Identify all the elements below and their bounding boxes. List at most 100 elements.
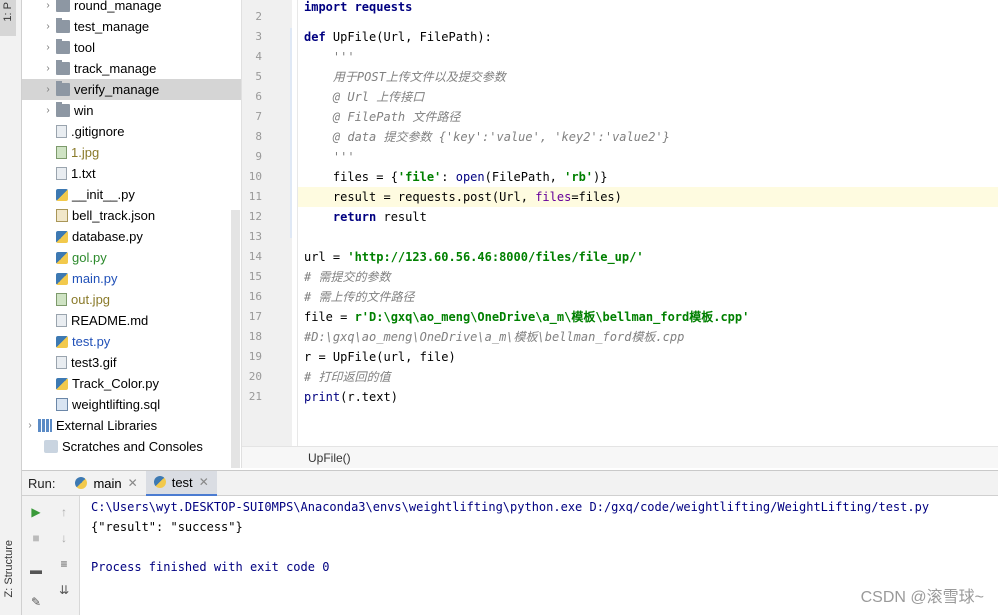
breadcrumb[interactable]: UpFile() (308, 451, 351, 465)
code-line-9: ''' (304, 150, 355, 164)
pin-icon[interactable]: ✎ (28, 594, 44, 610)
line-number: 4 (255, 50, 262, 63)
breadcrumb-bar: UpFile() (242, 446, 998, 468)
tool-window-strip: 1: P Z: Structure (0, 0, 22, 615)
code-line-19: r = UpFile(url, file) (304, 350, 456, 364)
line-number: 12 (248, 210, 262, 223)
tree-item[interactable]: gol.py (22, 247, 241, 268)
close-icon[interactable]: ✕ (128, 476, 138, 490)
chevron-right-icon[interactable]: › (40, 105, 56, 116)
tree-item[interactable]: out.jpg (22, 289, 241, 310)
code-line-4: ''' (304, 50, 355, 64)
up-arrow-icon[interactable]: ↑ (56, 504, 72, 520)
structure-tool-tab[interactable]: Z: Structure (3, 540, 15, 597)
folder-icon (56, 81, 70, 96)
run-tab-main[interactable]: main ✕ (67, 471, 145, 496)
code-line-8: @ data 提交参数 {'key':'value', 'key2':'valu… (304, 130, 670, 144)
tree-item-label: test.py (72, 334, 111, 349)
tree-item-label: tool (74, 40, 95, 55)
tree-item[interactable]: .gitignore (22, 121, 241, 142)
tree-item-label: bell_track.json (72, 208, 156, 223)
tree-item[interactable]: bell_track.json (22, 205, 241, 226)
chevron-right-icon[interactable]: › (40, 63, 56, 74)
tree-item-label: External Libraries (56, 418, 158, 433)
line-number: 20 (248, 370, 262, 383)
line-number: 17 (248, 310, 262, 323)
tree-item[interactable]: › win (22, 100, 241, 121)
scratch-icon (44, 440, 58, 453)
project-tool-tab[interactable]: 1: P (0, 0, 16, 36)
console-command-line: C:\Users\wyt.DESKTOP-SUI0MPS\Anaconda3\e… (91, 500, 930, 514)
chevron-right-icon[interactable]: › (22, 420, 38, 431)
project-tree: › round_manage › test_manage › tool › track_man… (22, 0, 241, 468)
line-number: 18 (248, 330, 262, 343)
tree-item[interactable]: 1.jpg (22, 142, 241, 163)
line-number: 11 (248, 190, 262, 203)
tree-item-label: Track_Color.py (72, 376, 159, 391)
folder-icon (56, 39, 70, 54)
soft-wrap-icon[interactable]: ≡ (56, 556, 72, 572)
tree-item[interactable]: 1.txt (22, 163, 241, 184)
run-tab-test[interactable]: test ✕ (145, 470, 217, 496)
tree-item-label: .gitignore (71, 124, 125, 139)
tree-item-label: Scratches and Consoles (62, 439, 203, 454)
tree-item[interactable]: › round_manage (22, 0, 241, 16)
project-tree-scrollbar[interactable] (231, 210, 240, 468)
python-icon (75, 477, 88, 489)
py-icon (56, 272, 68, 285)
code-line-12: return result (304, 210, 427, 224)
tree-item-label: 1.jpg (71, 145, 100, 160)
tree-item[interactable]: main.py (22, 268, 241, 289)
file-icon (56, 314, 67, 327)
tree-item-label: track_manage (74, 61, 157, 76)
layout-icon[interactable]: ▬ (28, 562, 44, 578)
py-icon (56, 188, 68, 201)
tree-item-label: out.jpg (71, 292, 111, 307)
tree-item[interactable]: test3.gif (22, 352, 241, 373)
scroll-to-end-icon[interactable]: ⇊ (56, 582, 72, 598)
chevron-right-icon[interactable]: › (40, 21, 56, 32)
tree-item[interactable]: › track_manage (22, 58, 241, 79)
line-number: 10 (248, 170, 262, 183)
down-arrow-icon[interactable]: ↓ (56, 530, 72, 546)
rerun-icon[interactable]: ▶ (28, 504, 44, 520)
close-icon[interactable]: ✕ (199, 475, 209, 489)
tree-item[interactable]: Scratches and Consoles (22, 436, 241, 457)
code-line-11: result = requests.post(Url, files=files) (304, 190, 622, 204)
tree-item[interactable]: Track_Color.py (22, 373, 241, 394)
tree-item-label: main.py (72, 271, 118, 286)
line-number: 5 (255, 70, 262, 83)
code-line-5: 用于POST上传文件以及提交参数 (304, 70, 506, 84)
code-line-15: # 需提交的参数 (304, 270, 391, 284)
stop-icon[interactable]: ■ (28, 530, 44, 546)
code-line-18: #D:\gxq\ao_meng\OneDrive\a_m\模板\bellman_… (304, 330, 685, 344)
tree-item[interactable]: database.py (22, 226, 241, 247)
run-tab-label: main (93, 475, 122, 491)
tree-item[interactable]: › verify_manage (22, 79, 241, 100)
line-number: 8 (255, 130, 262, 143)
chevron-right-icon[interactable]: › (40, 42, 56, 53)
run-toolbar: ▶ ↑ ■ ↓ ▬ ≡ ⇊ ✎ (22, 496, 80, 615)
line-number: 16 (248, 290, 262, 303)
code-line-21: print(r.text) (304, 390, 398, 404)
py-icon (56, 230, 68, 243)
code-line-14: url = 'http://123.60.56.46:8000/files/fi… (304, 250, 644, 264)
watermark: CSDN @滚雪球~ (860, 589, 984, 606)
line-number: 15 (248, 270, 262, 283)
tree-item[interactable]: weightlifting.sql (22, 394, 241, 415)
tree-item[interactable]: › test_manage (22, 16, 241, 37)
img-icon (56, 293, 67, 306)
folder-icon (56, 18, 70, 33)
tree-item[interactable]: README.md (22, 310, 241, 331)
tree-item[interactable]: › tool (22, 37, 241, 58)
tree-item[interactable]: › External Libraries (22, 415, 241, 436)
tree-item[interactable]: test.py (22, 331, 241, 352)
tree-item[interactable]: __init__.py (22, 184, 241, 205)
code-editor[interactable]: 2 3 4 5 6 7 8 9 10 11 12 13 14 15 16 17 18 19 20 21 import … (241, 0, 998, 468)
code-line-16: # 需上传的文件路径 (304, 290, 415, 304)
py-icon (56, 251, 68, 264)
tree-item-label: weightlifting.sql (72, 397, 161, 412)
chevron-right-icon[interactable]: › (40, 84, 56, 95)
tree-item-label: test3.gif (71, 355, 117, 370)
chevron-right-icon[interactable]: › (40, 0, 56, 11)
